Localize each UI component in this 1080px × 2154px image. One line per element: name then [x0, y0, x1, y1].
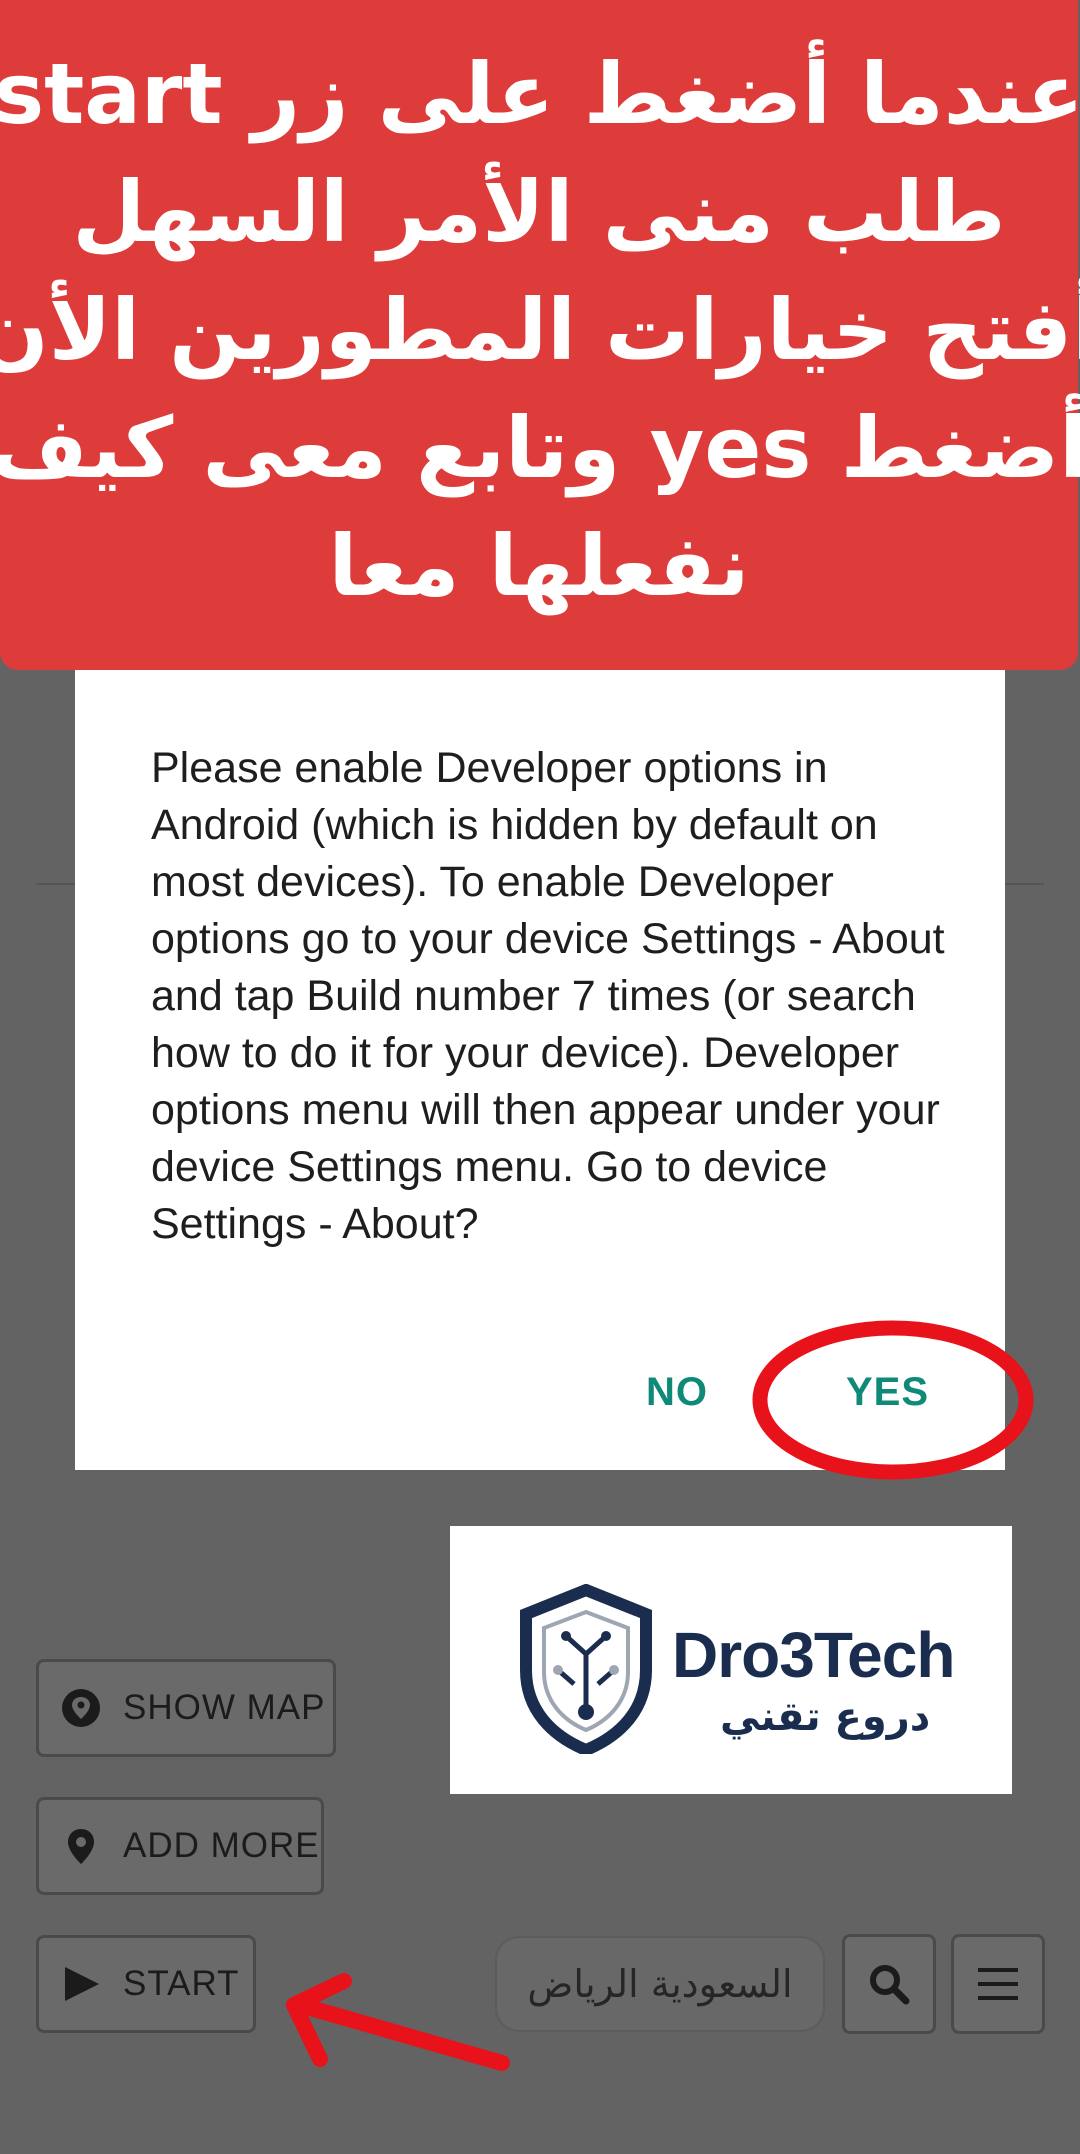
- map-pin-filled-icon: [61, 1688, 101, 1728]
- start-label: START: [123, 1964, 240, 2003]
- banner-line-5: نفعلها معا: [328, 517, 750, 615]
- play-icon: [61, 1964, 101, 2004]
- banner-line-4: أضغط yes وتابع معى كيف: [0, 399, 1080, 497]
- add-more-label: ADD MORE: [123, 1826, 320, 1865]
- dialog-message: Please enable Developer options in Andro…: [151, 744, 945, 1248]
- show-map-button[interactable]: SHOW MAP: [36, 1659, 336, 1757]
- logo-name: Dro3Tech: [672, 1619, 955, 1691]
- map-pin-icon: [61, 1826, 101, 1866]
- highlight-ellipse: [752, 1320, 1034, 1480]
- banner-line-1: عندما أضغط على زر start: [0, 45, 1080, 143]
- banner-line-3: أفتح خيارات المطورين الأن: [0, 281, 1080, 379]
- no-button[interactable]: NO: [646, 1370, 708, 1415]
- arrow-annotation-icon: [286, 1973, 510, 2071]
- logo-arabic-name: دروع تقني: [720, 1694, 931, 1740]
- dro3tech-logo: Dro3Tech دروع تقني: [450, 1526, 1012, 1794]
- menu-button[interactable]: [951, 1934, 1045, 2034]
- start-button[interactable]: START: [36, 1935, 256, 2033]
- search-button[interactable]: [842, 1934, 936, 2034]
- add-more-button[interactable]: ADD MORE: [36, 1797, 324, 1895]
- show-map-label: SHOW MAP: [123, 1688, 326, 1727]
- hamburger-menu-icon: [978, 1968, 1018, 2000]
- location-search-input[interactable]: السعودية الرياض: [495, 1936, 825, 2032]
- banner-line-2: طلب منى الأمر السهل: [72, 163, 1006, 261]
- search-icon: [870, 1965, 910, 2005]
- instruction-banner: عندما أضغط على زر start طلب منى الأمر ال…: [0, 0, 1080, 670]
- shield-icon: [520, 1584, 652, 1754]
